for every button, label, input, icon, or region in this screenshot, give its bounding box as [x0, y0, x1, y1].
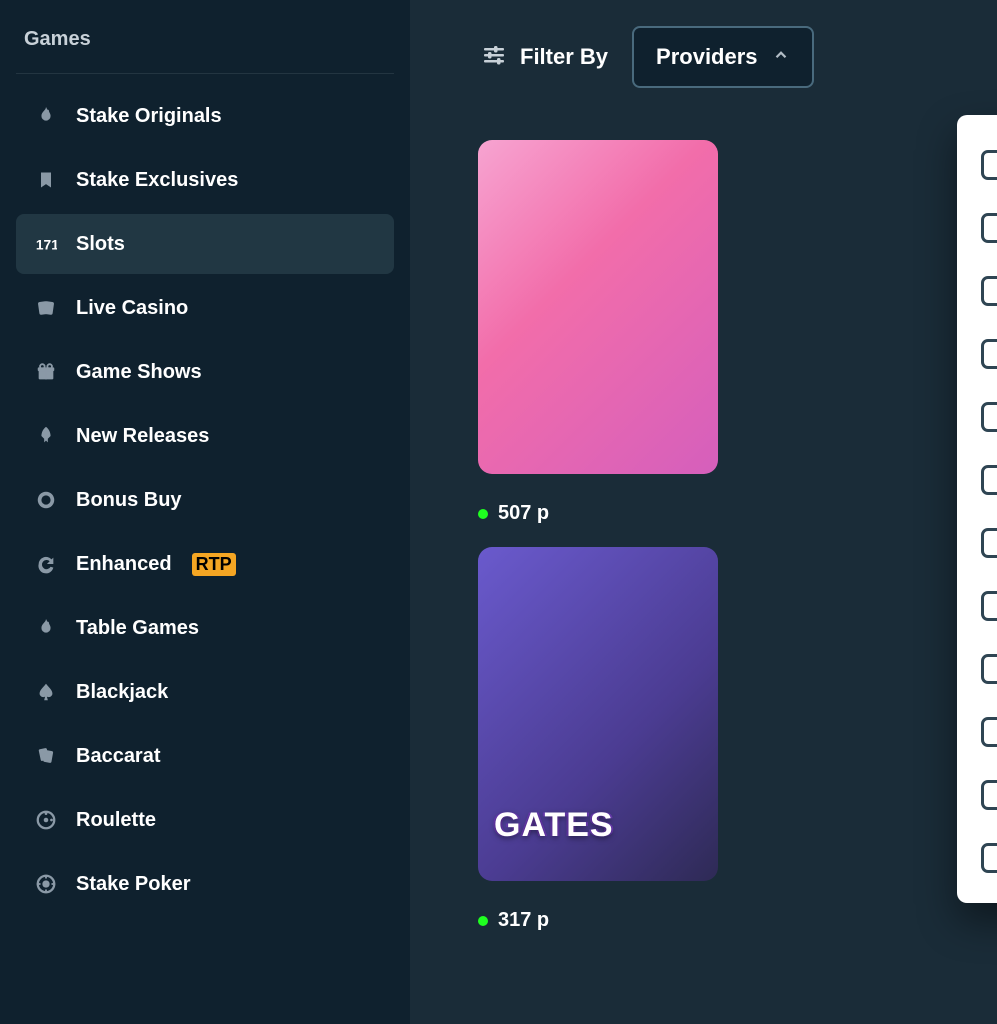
- cards-icon: [34, 296, 58, 320]
- coin-icon: [34, 488, 58, 512]
- sidebar-item-label: New Releases: [76, 425, 209, 448]
- provider-option[interactable]: Bullshark Games7: [957, 574, 997, 637]
- game-tile[interactable]: [478, 140, 718, 474]
- provider-checkbox[interactable]: [981, 150, 997, 180]
- players-count-value: 507 p: [498, 502, 549, 525]
- players-count: 317 p: [478, 903, 718, 932]
- provider-option[interactable]: GameArt84: [957, 826, 997, 889]
- filter-by-label: Filter By: [520, 44, 608, 70]
- sidebar-item-roulette[interactable]: Roulette: [16, 790, 394, 850]
- provider-checkbox[interactable]: [981, 843, 997, 873]
- game-tiles: 507 p GATES 317 p TE WI MING RA NALS: [478, 140, 997, 932]
- provider-checkbox[interactable]: [981, 780, 997, 810]
- bookmark-icon: [34, 168, 58, 192]
- gift-icon: [34, 360, 58, 384]
- sidebar-item-label: Bonus Buy: [76, 489, 182, 512]
- sidebar-item-baccarat[interactable]: Baccarat: [16, 726, 394, 786]
- rtp-badge: RTP: [192, 553, 236, 576]
- provider-option[interactable]: Endorphina156: [957, 700, 997, 763]
- sidebar-item-label: Enhanced: [76, 553, 172, 576]
- sidebar-item-new-releases[interactable]: New Releases: [16, 406, 394, 466]
- provider-checkbox[interactable]: [981, 339, 997, 369]
- provider-option[interactable]: Fantasma Games17: [957, 763, 997, 826]
- sidebar-item-blackjack[interactable]: Blackjack: [16, 662, 394, 722]
- sidebar-item-label: Table Games: [76, 617, 199, 640]
- sidebar-item-bonus-buy[interactable]: Bonus Buy: [16, 470, 394, 530]
- provider-option[interactable]: ELK Studios100: [957, 637, 997, 700]
- provider-option[interactable]: Booming Games83: [957, 511, 997, 574]
- provider-option[interactable]: Backseat Gaming10: [957, 196, 997, 259]
- arrow-loop-icon: [34, 552, 58, 576]
- provider-checkbox[interactable]: [981, 528, 997, 558]
- sidebar-item-label: Roulette: [76, 809, 156, 832]
- provider-checkbox[interactable]: [981, 717, 997, 747]
- sidebar: Games Stake Originals Stake Exclusives 171…: [0, 0, 410, 1024]
- seven-icon: 171: [34, 232, 58, 256]
- online-dot-icon: [478, 916, 488, 926]
- sidebar-item-label: Stake Poker: [76, 873, 191, 896]
- poker-chip-icon: [34, 872, 58, 896]
- players-count: 507 p: [478, 496, 718, 525]
- provider-option[interactable]: Blueprint60: [957, 448, 997, 511]
- provider-option[interactable]: AvatarUX35: [957, 133, 997, 196]
- sidebar-item-live-casino[interactable]: Live Casino: [16, 278, 394, 338]
- sidebar-item-stake-poker[interactable]: Stake Poker: [16, 854, 394, 914]
- provider-checkbox[interactable]: [981, 591, 997, 621]
- sidebar-item-enhanced[interactable]: Enhanced RTP: [16, 534, 394, 594]
- sidebar-item-table-games[interactable]: Table Games: [16, 598, 394, 658]
- provider-option[interactable]: Belatra83: [957, 259, 997, 322]
- sidebar-item-label: Stake Originals: [76, 105, 222, 128]
- filter-row: Filter By Providers: [410, 18, 997, 88]
- spade-icon: [34, 680, 58, 704]
- provider-checkbox[interactable]: [981, 402, 997, 432]
- providers-button[interactable]: Providers: [632, 26, 814, 88]
- provider-checkbox[interactable]: [981, 213, 997, 243]
- players-count-value: 317 p: [498, 909, 549, 932]
- sidebar-item-stake-exclusives[interactable]: Stake Exclusives: [16, 150, 394, 210]
- roulette-icon: [34, 808, 58, 832]
- sidebar-item-label: Baccarat: [76, 745, 161, 768]
- sidebar-item-label: Stake Exclusives: [76, 169, 238, 192]
- sidebar-item-slots[interactable]: 171 Slots: [16, 214, 394, 274]
- main-content: Filter By Providers 507 p GATES 317 p: [410, 0, 997, 1024]
- playing-cards-icon: [34, 744, 58, 768]
- sidebar-title: Games: [16, 18, 394, 74]
- sidebar-item-label: Blackjack: [76, 681, 168, 704]
- chevron-up-icon: [772, 44, 790, 70]
- provider-checkbox[interactable]: [981, 276, 997, 306]
- provider-option[interactable]: Big Time Gaming45: [957, 385, 997, 448]
- game-tile-title: GATES: [494, 806, 614, 845]
- provider-checkbox[interactable]: [981, 654, 997, 684]
- online-dot-icon: [478, 509, 488, 519]
- providers-dropdown: AvatarUX35Backseat Gaming10Belatra83BGam…: [957, 115, 997, 903]
- rocket-icon: [34, 424, 58, 448]
- game-column-left: 507 p GATES 317 p: [478, 140, 718, 932]
- sidebar-item-stake-originals[interactable]: Stake Originals: [16, 86, 394, 146]
- provider-checkbox[interactable]: [981, 465, 997, 495]
- sidebar-item-game-shows[interactable]: Game Shows: [16, 342, 394, 402]
- game-tile[interactable]: GATES: [478, 547, 718, 881]
- providers-button-label: Providers: [656, 44, 758, 70]
- provider-option[interactable]: BGaming120: [957, 322, 997, 385]
- sidebar-item-label: Game Shows: [76, 361, 202, 384]
- sliders-icon: [482, 43, 506, 72]
- svg-text:171: 171: [36, 238, 57, 253]
- flame-icon: [34, 104, 58, 128]
- sidebar-item-label: Slots: [76, 233, 125, 256]
- flame-icon: [34, 616, 58, 640]
- sidebar-item-label: Live Casino: [76, 297, 188, 320]
